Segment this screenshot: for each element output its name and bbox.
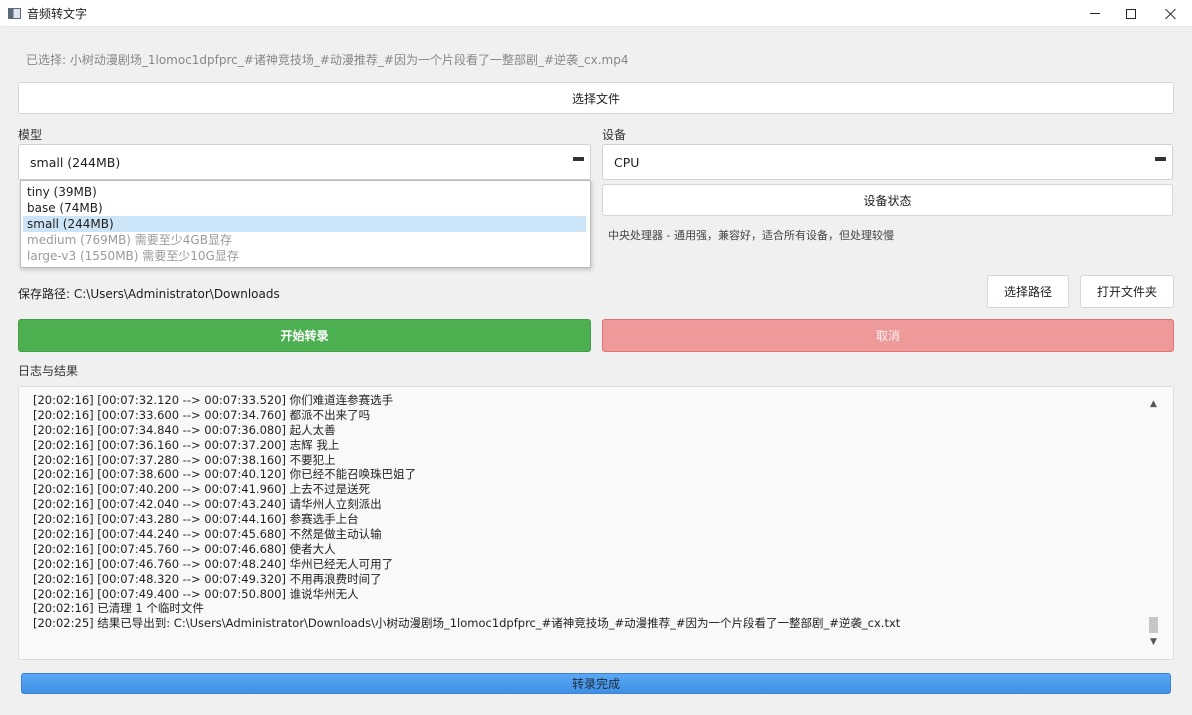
log-scrollbar[interactable]: ▲ ▼ xyxy=(1148,399,1159,647)
progress-bar: 转录完成 xyxy=(21,673,1171,694)
log-line: [20:02:16] [00:07:32.120 --> 00:07:33.52… xyxy=(33,393,394,407)
dropdown-arrow-icon xyxy=(1155,157,1166,161)
log-line: [20:02:25] 结果已导出到: C:\Users\Administrato… xyxy=(33,616,901,631)
maximize-button[interactable] xyxy=(1112,0,1150,27)
model-option-tiny[interactable]: tiny (39MB) xyxy=(23,184,586,200)
model-option-base[interactable]: base (74MB) xyxy=(23,200,586,216)
scroll-down-icon[interactable]: ▼ xyxy=(1148,637,1159,647)
model-option-large: large-v3 (1550MB) 需要至少10G显存 xyxy=(27,249,239,263)
device-label: 设备 xyxy=(602,128,627,142)
selected-file-label: 已选择: 小树动漫剧场_1lomoc1dpfprc_#诸神竞技场_#动漫推荐_#… xyxy=(26,53,629,67)
log-line: [20:02:16] [00:07:46.760 --> 00:07:48.24… xyxy=(33,556,394,571)
open-folder-button[interactable]: 打开文件夹 xyxy=(1080,275,1174,308)
log-line: [20:02:16] [00:07:44.240 --> 00:07:45.68… xyxy=(33,527,382,542)
maximize-icon xyxy=(1126,8,1136,19)
model-select-value: small (244MB) xyxy=(30,154,121,170)
log-line: [20:02:16] [00:07:49.400 --> 00:07:50.80… xyxy=(33,586,359,601)
model-option-medium: medium (769MB) 需要至少4GB显存 xyxy=(27,233,232,247)
model-label: 模型 xyxy=(18,128,43,142)
minimize-icon xyxy=(1090,13,1100,14)
choose-path-button[interactable]: 选择路径 xyxy=(987,275,1069,308)
model-option-small[interactable]: small (244MB) xyxy=(23,216,586,232)
log-label: 日志与结果 xyxy=(18,364,79,378)
close-icon xyxy=(1165,8,1177,20)
title-bar: 音频转文字 xyxy=(0,0,1192,27)
app-window-icon xyxy=(8,7,21,19)
log-line: [20:02:16] [00:07:45.760 --> 00:07:46.68… xyxy=(33,541,336,556)
log-textarea[interactable]: [20:02:16] [00:07:32.120 --> 00:07:33.52… xyxy=(18,386,1174,660)
log-line: [20:02:16] [00:07:36.160 --> 00:07:37.20… xyxy=(33,437,340,452)
log-line: [20:02:16] [00:07:42.040 --> 00:07:43.24… xyxy=(33,497,382,512)
log-line: [20:02:16] [00:07:37.280 --> 00:07:38.16… xyxy=(33,452,336,467)
model-dropdown-list: tiny (39MB) base (74MB) small (244MB) me… xyxy=(20,180,591,268)
save-path-label: 保存路径: C:\Users\Administrator\Downloads xyxy=(18,287,280,301)
log-line: [20:02:16] [00:07:40.200 --> 00:07:41.96… xyxy=(33,482,371,497)
progress-label: 转录完成 xyxy=(571,677,620,691)
log-line: [20:02:16] 已清理 1 个临时文件 xyxy=(33,601,204,616)
close-button[interactable] xyxy=(1152,0,1190,27)
log-line: [20:02:16] [00:07:43.280 --> 00:07:44.16… xyxy=(33,512,359,527)
scroll-up-icon[interactable]: ▲ xyxy=(1148,399,1159,409)
scroll-thumb[interactable] xyxy=(1149,617,1158,633)
log-line: [20:02:16] [00:07:34.840 --> 00:07:36.08… xyxy=(33,422,336,437)
device-description: 中央处理器 - 通用强，兼容好，适合所有设备，但处理较慢 xyxy=(608,229,894,242)
dropdown-arrow-icon xyxy=(573,157,584,161)
start-transcribe-button[interactable]: 开始转录 xyxy=(18,319,591,352)
log-line: [20:02:16] [00:07:38.600 --> 00:07:40.12… xyxy=(33,467,417,482)
log-line: [20:02:16] [00:07:33.600 --> 00:07:34.76… xyxy=(33,407,371,422)
device-select-value: CPU xyxy=(614,154,640,170)
minimize-button[interactable] xyxy=(1076,0,1114,27)
log-line: [20:02:16] [00:07:48.320 --> 00:07:49.32… xyxy=(33,571,382,586)
model-select[interactable]: small (244MB) xyxy=(18,144,591,180)
window-title: 音频转文字 xyxy=(27,6,88,21)
cancel-button[interactable]: 取消 xyxy=(602,319,1174,352)
device-select[interactable]: CPU xyxy=(602,144,1173,180)
log-lines: [20:02:16] [00:07:32.120 --> 00:07:33.52… xyxy=(33,393,1143,631)
choose-file-button[interactable]: 选择文件 xyxy=(18,82,1174,114)
device-status-button[interactable]: 设备状态 xyxy=(602,184,1173,216)
